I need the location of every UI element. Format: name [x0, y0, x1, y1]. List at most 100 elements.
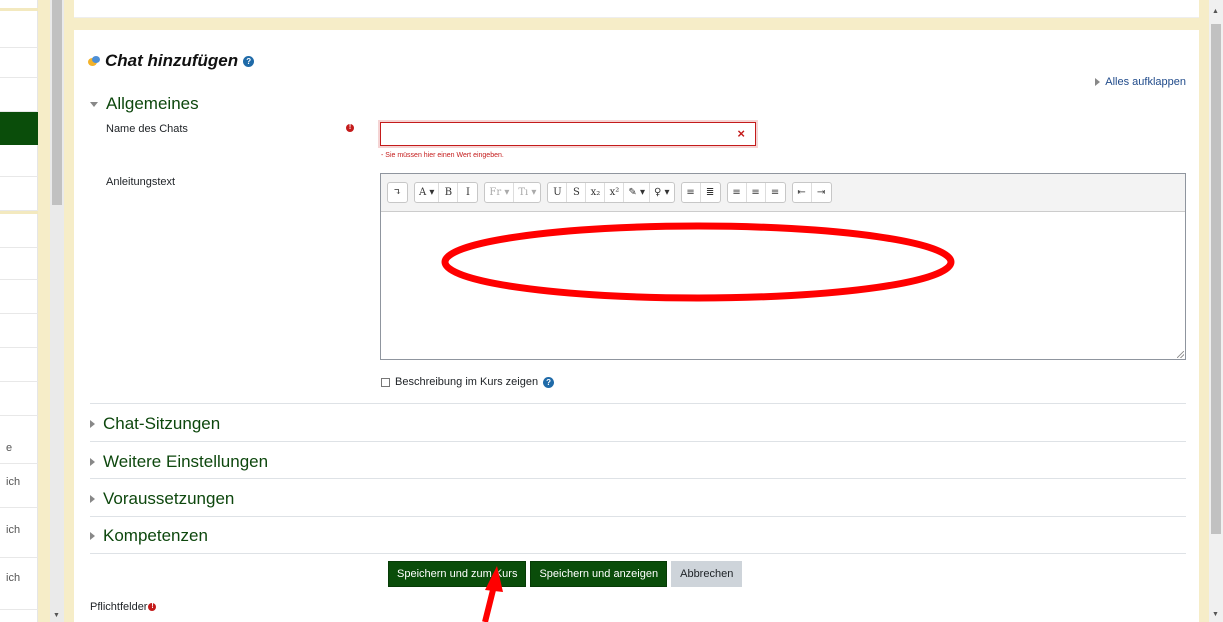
nav-divider — [0, 8, 38, 11]
save-and-return-button[interactable]: Speichern und zum Kurs — [388, 561, 527, 587]
section-chat-sessions-toggle[interactable]: Chat-Sitzungen — [90, 414, 220, 434]
required-fields-label: Pflichtfelder — [90, 601, 148, 613]
toolbar-group: ⇤ ⇥ — [791, 182, 832, 203]
required-fields-note: Pflichtfelder ! — [90, 601, 157, 613]
caret-right-icon — [1095, 78, 1101, 86]
toolbar-button[interactable]: U — [548, 183, 568, 202]
nav-item[interactable]: ich — [0, 558, 38, 610]
help-icon[interactable]: ? — [243, 55, 255, 67]
required-icon: ! — [148, 603, 157, 611]
nav-item[interactable] — [0, 248, 38, 280]
page-scrollbar[interactable]: ▲ ▼ — [1209, 0, 1223, 622]
section-general-title: Allgemeines — [106, 94, 199, 113]
toolbar-button[interactable]: ↴ — [388, 183, 407, 202]
toolbar-button[interactable]: x² — [605, 183, 625, 202]
nav-item[interactable] — [0, 382, 38, 416]
nav-item-label: ich — [6, 572, 21, 584]
show-description-checkbox[interactable] — [381, 377, 390, 387]
toolbar-button[interactable]: ⇥ — [812, 183, 831, 202]
section-more-settings-title: Weitere Einstellungen — [103, 452, 269, 471]
caret-down-icon — [90, 101, 98, 107]
required-icon: ! — [346, 124, 354, 135]
help-icon[interactable]: ? — [543, 376, 555, 388]
toolbar-button[interactable]: ♀ ▾ — [650, 183, 674, 202]
section-prerequisites-toggle[interactable]: Voraussetzungen — [90, 489, 234, 509]
scroll-down-icon[interactable]: ▼ — [53, 612, 60, 619]
scroll-down-icon[interactable]: ▼ — [1212, 611, 1219, 618]
error-x-icon: × — [737, 126, 745, 141]
nav-item[interactable]: e — [0, 416, 38, 464]
toolbar-button[interactable]: B — [439, 183, 459, 202]
name-error-message: - Sie müssen hier einen Wert eingeben. — [381, 152, 504, 159]
nav-item[interactable] — [0, 348, 38, 382]
toolbar-button[interactable]: I — [458, 183, 477, 202]
editor-content-area[interactable] — [381, 212, 1185, 359]
section-prerequisites-title: Voraussetzungen — [103, 489, 235, 508]
editor-toolbar: ↴ A ▾ B I Fr ▾ Tı ▾ U Sx₂ x² ✎ ▾ ♀ ▾ ≡ ≣ ≡ ≡ ≡ ⇤ ⇥ — [381, 174, 1185, 212]
section-more-settings-toggle[interactable]: Weitere Einstellungen — [90, 452, 268, 472]
nav-item[interactable]: ich — [0, 464, 38, 508]
expand-all-label: Alles aufklappen — [1105, 76, 1186, 88]
caret-right-icon — [90, 532, 95, 540]
nav-item[interactable]: ich — [0, 508, 38, 558]
toolbar-button[interactable]: ≣ — [701, 183, 720, 202]
page-scrollbar-thumb[interactable] — [1211, 24, 1221, 534]
toolbar-button[interactable]: ≡ — [766, 183, 785, 202]
scroll-up-icon[interactable]: ▲ — [1212, 8, 1219, 15]
toolbar-button[interactable]: A ▾ — [415, 183, 440, 202]
chat-name-input[interactable] — [381, 123, 721, 145]
divider — [90, 403, 1186, 404]
toolbar-button[interactable]: ⇤ — [793, 183, 812, 202]
form-actions: Speichern und zum Kurs Speichern und anz… — [388, 561, 743, 587]
toolbar-group: A ▾ B I — [414, 182, 479, 203]
resize-handle-icon[interactable] — [1177, 351, 1184, 358]
cancel-button[interactable]: Abbrechen — [671, 561, 743, 587]
nav-item-active[interactable] — [0, 112, 38, 145]
expand-all-link[interactable]: Alles aufklappen — [1095, 76, 1186, 88]
divider — [90, 441, 1186, 442]
nav-item-label: ich — [6, 476, 21, 488]
divider — [90, 553, 1186, 554]
divider — [90, 516, 1186, 517]
nav-item[interactable] — [0, 20, 38, 48]
toolbar-group: ≡ ≣ — [680, 182, 721, 203]
nav-item-label: ich — [6, 524, 21, 536]
nav-item[interactable] — [0, 280, 38, 314]
toolbar-button[interactable]: Fr ▾ — [485, 183, 515, 202]
main-content: Chat hinzufügen ? Alles aufklappen Allge… — [74, 30, 1199, 622]
toolbar-button[interactable]: x₂ — [586, 183, 606, 202]
nav-item[interactable] — [0, 214, 38, 248]
nav-scrollbar-thumb[interactable] — [52, 0, 62, 205]
toolbar-button[interactable]: ✎ ▾ — [624, 183, 650, 202]
chat-icon — [88, 55, 100, 67]
divider — [90, 478, 1186, 479]
nav-item[interactable] — [0, 314, 38, 348]
toolbar-button[interactable]: ≡ — [728, 183, 747, 202]
nav-item[interactable] — [0, 145, 38, 177]
name-field-label: Name des Chats — [106, 123, 188, 135]
section-general-toggle[interactable]: Allgemeines — [90, 94, 199, 114]
show-description-option[interactable]: Beschreibung im Kurs zeigen ? — [381, 376, 555, 388]
description-field-label: Anleitungstext — [106, 176, 176, 188]
chat-name-field[interactable]: × — [378, 120, 758, 148]
rich-text-editor[interactable]: ↴ A ▾ B I Fr ▾ Tı ▾ U Sx₂ x² ✎ ▾ ♀ ▾ ≡ ≣ ≡ ≡ ≡ ⇤ ⇥ — [380, 173, 1186, 360]
toolbar-button[interactable]: S — [567, 183, 587, 202]
page-top-panel — [74, 0, 1200, 18]
save-and-display-button[interactable]: Speichern und anzeigen — [530, 561, 668, 587]
page-gutter — [38, 0, 50, 622]
toolbar-group: ≡ ≡ ≡ — [726, 182, 786, 203]
caret-right-icon — [90, 458, 95, 466]
caret-right-icon — [90, 420, 95, 428]
page-title: Chat hinzufügen ? — [88, 51, 255, 71]
toolbar-button[interactable]: ≡ — [682, 183, 701, 202]
toolbar-button[interactable]: Tı ▾ — [514, 183, 540, 202]
nav-item[interactable] — [0, 177, 38, 211]
nav-item[interactable] — [0, 48, 38, 78]
toolbar-button[interactable]: ≡ — [747, 183, 766, 202]
section-chat-sessions-title: Chat-Sitzungen — [103, 414, 221, 433]
nav-item[interactable] — [0, 78, 38, 112]
section-competencies-toggle[interactable]: Kompetenzen — [90, 526, 208, 546]
left-nav-drawer: e ich ich ich — [0, 0, 38, 622]
nav-item-label: e — [6, 442, 13, 454]
page-heading: Chat hinzufügen — [105, 51, 239, 70]
